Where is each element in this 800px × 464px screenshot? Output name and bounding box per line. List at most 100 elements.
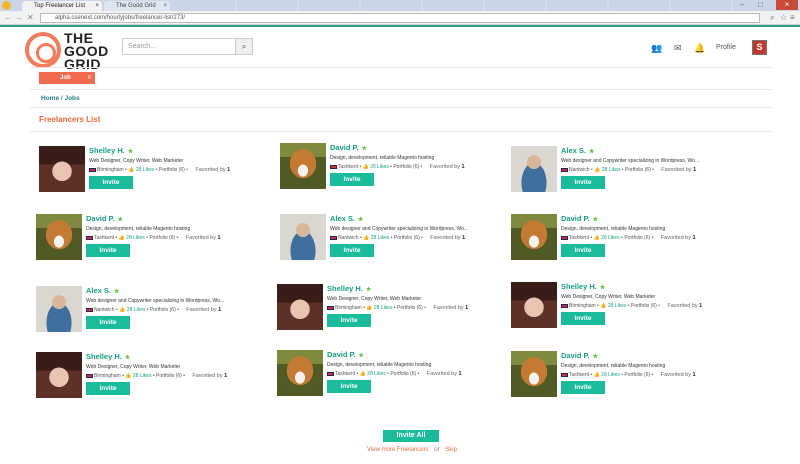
- freelancer-portfolio[interactable]: Portfolio (6): [156, 373, 182, 379]
- skip-link[interactable]: Skip: [445, 447, 457, 453]
- freelancer-likes[interactable]: 28 Likes: [374, 305, 393, 311]
- users-icon[interactable]: 👥: [651, 43, 662, 53]
- freelancer-likes[interactable]: 28 Likes: [136, 167, 155, 173]
- back-icon[interactable]: ←: [4, 13, 12, 23]
- freelancer-photo[interactable]: [36, 286, 82, 332]
- freelancer-card: David P. ★ Design, development, reliable …: [511, 351, 741, 411]
- breadcrumb[interactable]: Home / Jobs: [41, 95, 80, 102]
- window-close-icon[interactable]: ×: [776, 0, 798, 10]
- bookmark-star-icon[interactable]: ☆: [780, 13, 787, 23]
- freelancer-portfolio[interactable]: Portfolio (6): [624, 372, 650, 378]
- freelancer-photo[interactable]: [277, 284, 323, 330]
- freelancer-info: David P. ★ Design, development, reliable …: [86, 214, 266, 257]
- freelancer-portfolio[interactable]: Portfolio (6): [150, 307, 176, 313]
- freelancer-photo[interactable]: [36, 214, 82, 260]
- close-tab-icon[interactable]: ×: [95, 1, 99, 11]
- browser-tab-second[interactable]: The Good Grid ×: [104, 1, 170, 11]
- freelancer-name[interactable]: Shelley H. ★: [561, 282, 741, 293]
- logo-text-top: THE GOOD: [64, 30, 109, 59]
- site-logo[interactable]: THE GOOD GRID: [25, 30, 108, 76]
- freelancer-photo[interactable]: [39, 146, 85, 192]
- freelancer-likes[interactable]: 28 Likes: [370, 164, 389, 170]
- profile-link[interactable]: Profile: [716, 44, 736, 51]
- freelancer-photo[interactable]: [36, 352, 82, 398]
- freelancer-portfolio[interactable]: Portfolio (6): [625, 167, 651, 173]
- invite-button[interactable]: Invite: [561, 381, 605, 394]
- freelancer-likes[interactable]: 28 Likes: [608, 303, 627, 309]
- browser-tab-active[interactable]: Top Freelancer List ×: [22, 1, 102, 11]
- star-icon: ★: [117, 217, 124, 223]
- freelancer-portfolio[interactable]: Portfolio (6): [394, 235, 420, 241]
- invite-button[interactable]: Invite: [86, 382, 130, 395]
- freelancer-name[interactable]: David P. ★: [330, 143, 510, 154]
- address-bar[interactable]: alpha.csenext.com/hourlyjobs/freelancer-…: [40, 13, 760, 23]
- flag-icon: [86, 307, 93, 312]
- freelancer-name[interactable]: Alex S. ★: [561, 146, 741, 157]
- invite-button[interactable]: Invite: [86, 316, 130, 329]
- freelancer-name[interactable]: David P. ★: [561, 214, 741, 225]
- search-input[interactable]: Search...: [122, 38, 236, 55]
- minimize-icon[interactable]: ‒: [740, 0, 744, 10]
- freelancer-location: Birmingham: [97, 167, 124, 173]
- freelancer-name[interactable]: David P. ★: [86, 214, 266, 225]
- browser-app-icon[interactable]: [2, 1, 11, 10]
- maximize-icon[interactable]: □: [758, 0, 763, 10]
- zoom-icon[interactable]: ⌕: [770, 13, 774, 23]
- view-more-link[interactable]: View more Freelancers: [367, 447, 429, 453]
- freelancer-photo[interactable]: [511, 146, 557, 192]
- favorited-by: Favorited by 1: [430, 235, 465, 241]
- freelancer-likes[interactable]: 28 Likes: [133, 373, 152, 379]
- invite-button[interactable]: Invite: [327, 314, 371, 327]
- freelancer-portfolio[interactable]: Portfolio (6): [159, 167, 185, 173]
- freelancer-likes[interactable]: 28 Likes: [602, 167, 621, 173]
- freelancer-portfolio[interactable]: Portfolio (6): [624, 235, 650, 241]
- freelancer-photo[interactable]: [280, 143, 326, 189]
- freelancer-name[interactable]: Shelley H. ★: [89, 146, 269, 157]
- freelancer-name[interactable]: David P. ★: [327, 350, 507, 361]
- freelancer-name[interactable]: Shelley H. ★: [327, 284, 507, 295]
- freelancer-portfolio[interactable]: Portfolio (6): [397, 305, 423, 311]
- freelancer-likes[interactable]: 28 Likes: [127, 307, 146, 313]
- thumbs-up-icon: 👍: [593, 372, 600, 378]
- freelancer-likes[interactable]: 28 Likes: [126, 235, 145, 241]
- freelancer-card: Shelley H. ★ Web Designer, Copy Writer, W…: [39, 146, 269, 206]
- freelancer-name[interactable]: Shelley H. ★: [86, 352, 266, 363]
- forward-icon[interactable]: →: [15, 13, 23, 23]
- invite-button[interactable]: Invite: [327, 380, 371, 393]
- freelancer-photo[interactable]: [280, 214, 326, 260]
- invite-button[interactable]: Invite: [561, 312, 605, 325]
- freelancer-portfolio[interactable]: Portfolio (6): [390, 371, 416, 377]
- reload-icon[interactable]: ✕: [27, 13, 34, 23]
- freelancer-photo[interactable]: [511, 351, 557, 397]
- invite-button[interactable]: Invite: [330, 173, 374, 186]
- freelancer-likes[interactable]: 28 Likes: [371, 235, 390, 241]
- freelancer-likes[interactable]: 28 Likes: [367, 371, 386, 377]
- freelancer-portfolio[interactable]: Portfolio (6): [631, 303, 657, 309]
- freelancer-likes[interactable]: 28 Likes: [601, 235, 620, 241]
- flag-icon: [561, 303, 568, 308]
- freelancer-name[interactable]: Alex S. ★: [330, 214, 510, 225]
- avatar[interactable]: S: [752, 40, 767, 55]
- invite-button[interactable]: Invite: [330, 244, 374, 257]
- invite-button[interactable]: Invite: [561, 244, 605, 257]
- invite-button[interactable]: Invite: [89, 176, 133, 189]
- envelope-icon[interactable]: ✉: [674, 43, 682, 53]
- freelancer-portfolio[interactable]: Portfolio (6): [393, 164, 419, 170]
- freelancer-portfolio[interactable]: Portfolio (6): [149, 235, 175, 241]
- favorited-by: Favorited by 1: [430, 164, 465, 170]
- freelancer-photo[interactable]: [277, 350, 323, 396]
- menu-icon[interactable]: ≡: [790, 13, 795, 23]
- job-button[interactable]: Job ≡: [39, 72, 95, 84]
- freelancer-photo[interactable]: [511, 282, 557, 328]
- invite-button[interactable]: Invite: [561, 176, 605, 189]
- thumbs-up-icon: 👍: [128, 167, 135, 173]
- freelancer-name[interactable]: Alex S. ★: [86, 286, 266, 297]
- freelancer-name[interactable]: David P. ★: [561, 351, 741, 362]
- freelancer-photo[interactable]: [511, 214, 557, 260]
- invite-all-button[interactable]: Invite All: [383, 430, 439, 442]
- invite-button[interactable]: Invite: [86, 244, 130, 257]
- bell-icon[interactable]: 🔔: [694, 43, 705, 53]
- search-button[interactable]: ⌕: [235, 38, 253, 55]
- close-tab-icon[interactable]: ×: [163, 1, 167, 11]
- freelancer-likes[interactable]: 28 Likes: [601, 372, 620, 378]
